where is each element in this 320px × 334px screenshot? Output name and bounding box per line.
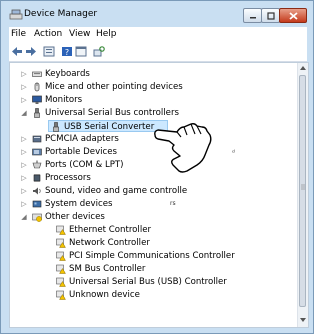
monitor-icon: [32, 95, 42, 104]
unknown-device-icon: [56, 277, 66, 287]
tree-item-ethernet-controller[interactable]: Ethernet Controller: [56, 224, 296, 236]
tree-item-label: Unknown device: [69, 290, 140, 300]
maximize-button[interactable]: [261, 8, 280, 23]
tree-item-mice[interactable]: ▷ Mice and other pointing devices: [20, 81, 260, 93]
minimize-button[interactable]: [243, 8, 262, 23]
expander-icon[interactable]: ▷: [20, 146, 28, 158]
expander-icon[interactable]: ◢: [20, 107, 28, 119]
device-tree[interactable]: ▷ Keyboards ▷ Mice and other pointing de…: [9, 62, 309, 328]
expander-icon[interactable]: ▷: [20, 81, 28, 93]
expander-icon[interactable]: ▷: [20, 133, 28, 145]
unknown-device-icon: [56, 264, 66, 274]
tree-item-pci-simple-communications-controller[interactable]: PCI Simple Communications Controller: [56, 250, 296, 262]
grip-icon: [301, 184, 305, 190]
minimize-icon: [249, 16, 256, 18]
scan-hardware-icon[interactable]: [93, 46, 105, 57]
toolbar: ?: [9, 43, 307, 62]
expander-icon[interactable]: ▷: [20, 185, 28, 197]
device-manager-window: Device Manager File Action View Help ? ▷: [0, 0, 314, 334]
expander-icon[interactable]: ▷: [20, 159, 28, 171]
usb-icon: [53, 122, 59, 132]
window-view-icon[interactable]: [75, 46, 87, 57]
menu-view[interactable]: View: [69, 29, 90, 39]
usb-icon: [34, 108, 40, 118]
tree-item-sound-video-game[interactable]: ▷ Sound, video and game controlle: [20, 185, 260, 197]
unknown-device-icon: [56, 251, 66, 261]
menu-file[interactable]: File: [11, 29, 26, 39]
tree-item-system-devices[interactable]: ▷ System devices: [20, 198, 260, 210]
expander-icon[interactable]: ▷: [20, 68, 28, 80]
unknown-device-icon: [56, 290, 66, 300]
sound-icon: [33, 187, 41, 195]
scroll-up-icon[interactable]: [300, 65, 306, 70]
portable-device-icon: [32, 148, 42, 156]
stray-text: ᵈ: [232, 149, 235, 157]
scroll-down-icon[interactable]: [300, 318, 306, 323]
help-icon[interactable]: ?: [61, 46, 73, 57]
menu-action[interactable]: Action: [34, 29, 62, 39]
close-button[interactable]: [279, 8, 307, 23]
port-icon: [32, 160, 42, 169]
tree-item-label: Ethernet Controller: [69, 225, 152, 235]
tree-item-keyboards[interactable]: ▷ Keyboards: [20, 68, 260, 80]
window-title: Device Manager: [24, 9, 98, 19]
tree-item-monitors[interactable]: ▷ Monitors: [20, 94, 260, 106]
menu-bar: File Action View Help: [9, 27, 307, 43]
tree-item-label: System devices: [45, 199, 113, 209]
vertical-scrollbar[interactable]: [297, 63, 308, 327]
pcmcia-icon: [32, 135, 42, 143]
other-devices-icon: [32, 213, 42, 222]
tree-item-label: Universal Serial Bus controllers: [45, 108, 179, 118]
tree-item-label: USB Serial Converter: [64, 122, 155, 132]
scrollbar-thumb[interactable]: [299, 75, 306, 307]
title-bar[interactable]: Device Manager: [1, 1, 313, 25]
tree-item-usb-controllers[interactable]: ◢ Universal Serial Bus controllers: [20, 107, 260, 119]
expander-icon[interactable]: ◢: [20, 211, 28, 223]
tree-item-usb-controller[interactable]: Universal Serial Bus (USB) Controller: [56, 276, 296, 288]
forward-arrow-icon[interactable]: [25, 46, 37, 57]
tree-item-label: Mice and other pointing devices: [45, 82, 183, 92]
stray-text: rs: [170, 200, 176, 207]
tree-item-label: Processors: [45, 173, 91, 183]
tree-item-label: Monitors: [45, 95, 83, 105]
tree-item-label: Sound, video and game controlle: [45, 186, 188, 196]
expander-icon[interactable]: ▷: [20, 198, 28, 210]
tree-item-label: Universal Serial Bus (USB) Controller: [69, 277, 227, 287]
tree-item-label: Ports (COM & LPT): [45, 160, 124, 170]
tree-item-processors[interactable]: ▷ Processors: [20, 172, 260, 184]
processor-icon: [33, 174, 41, 182]
keyboard-icon: [32, 71, 42, 77]
tree-item-ports[interactable]: ▷ Ports (COM & LPT): [20, 159, 260, 171]
tree-item-usb-serial-converter[interactable]: USB Serial Converter: [48, 120, 168, 132]
tree-item-label: Other devices: [45, 212, 105, 222]
menu-help[interactable]: Help: [96, 29, 117, 39]
tree-item-label: PCI Simple Communications Controller: [69, 251, 235, 261]
tree-item-label: PCMCIA adapters: [45, 134, 119, 144]
system-icon: [32, 200, 42, 208]
tree-item-pcmcia-adapters[interactable]: ▷ PCMCIA adapters: [20, 133, 260, 145]
expander-icon[interactable]: ▷: [20, 94, 28, 106]
tree-item-unknown-device[interactable]: Unknown device: [56, 289, 296, 301]
unknown-device-icon: [56, 238, 66, 248]
close-icon: [288, 11, 298, 20]
tree-item-portable-devices[interactable]: ▷ Portable Devices: [20, 146, 260, 158]
properties-view-icon[interactable]: [43, 46, 55, 57]
unknown-device-icon: [56, 225, 66, 235]
svg-text:?: ?: [65, 48, 69, 57]
maximize-icon: [266, 11, 275, 20]
back-arrow-icon[interactable]: [11, 46, 23, 57]
tree-item-label: SM Bus Controller: [69, 264, 146, 274]
tree-item-label: Portable Devices: [45, 147, 118, 157]
device-manager-icon: [9, 9, 23, 20]
mouse-icon: [34, 82, 40, 92]
expander-icon[interactable]: ▷: [20, 172, 28, 184]
tree-item-label: Network Controller: [69, 238, 150, 248]
tree-item-network-controller[interactable]: Network Controller: [56, 237, 296, 249]
tree-item-other-devices[interactable]: ◢ Other devices: [20, 211, 260, 223]
pointing-hand-icon: [154, 123, 212, 173]
tree-item-label: Keyboards: [45, 69, 90, 79]
tree-item-sm-bus-controller[interactable]: SM Bus Controller: [56, 263, 296, 275]
